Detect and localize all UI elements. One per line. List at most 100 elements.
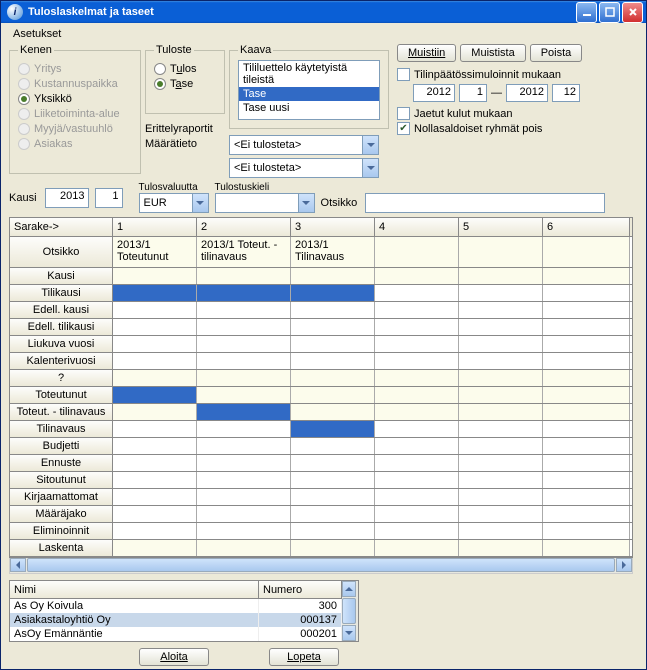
tuloste-radio-0[interactable]: Tulos bbox=[154, 63, 216, 75]
grid-cell[interactable] bbox=[543, 455, 630, 471]
grid-cell[interactable] bbox=[291, 302, 375, 318]
grid-header-0[interactable]: Sarake-> bbox=[10, 218, 113, 236]
nollasaldo-checkbox[interactable]: ✔ bbox=[397, 122, 410, 135]
grid-cell[interactable] bbox=[543, 285, 630, 301]
grid-cell[interactable] bbox=[459, 336, 543, 352]
kaava-item-2[interactable]: Tase uusi bbox=[239, 101, 379, 115]
grid-cell[interactable] bbox=[543, 370, 630, 386]
grid-cell[interactable] bbox=[113, 353, 197, 369]
grid-cell[interactable] bbox=[197, 370, 291, 386]
grid-cell[interactable] bbox=[375, 506, 459, 522]
menu-asetukset[interactable]: Asetukset bbox=[9, 26, 638, 42]
vertical-scrollbar[interactable] bbox=[342, 581, 358, 641]
grid-row-label[interactable]: Kalenterivuosi bbox=[10, 353, 113, 369]
tulosvaluutta-combo[interactable]: EUR bbox=[139, 193, 209, 213]
grid-cell[interactable] bbox=[459, 455, 543, 471]
grid-row-label[interactable]: Toteutunut bbox=[10, 387, 113, 403]
grid-cell[interactable] bbox=[375, 302, 459, 318]
grid-cell[interactable] bbox=[291, 404, 375, 420]
grid-cell[interactable] bbox=[291, 455, 375, 471]
grid-cell[interactable] bbox=[113, 455, 197, 471]
grid-cell[interactable] bbox=[543, 489, 630, 505]
grid-cell[interactable] bbox=[291, 268, 375, 284]
grid-cell[interactable] bbox=[113, 523, 197, 539]
grid-cell[interactable] bbox=[543, 472, 630, 488]
grid-cell[interactable] bbox=[459, 438, 543, 454]
scroll-down-icon[interactable] bbox=[342, 625, 356, 641]
grid-row-label[interactable]: Sitoutunut bbox=[10, 472, 113, 488]
grid-cell[interactable] bbox=[113, 506, 197, 522]
grid-cell[interactable] bbox=[113, 540, 197, 556]
grid-row-label[interactable]: Edell. tilikausi bbox=[10, 319, 113, 335]
grid-cell[interactable] bbox=[375, 268, 459, 284]
grid-cell[interactable] bbox=[543, 302, 630, 318]
grid-cell[interactable] bbox=[113, 285, 197, 301]
grid-cell[interactable] bbox=[113, 489, 197, 505]
kaava-list[interactable]: Tililuettelo käytetyistä tileistäTaseTas… bbox=[238, 60, 380, 120]
grid-cell[interactable] bbox=[291, 438, 375, 454]
tulostuskieli-combo[interactable] bbox=[215, 193, 315, 213]
grid-cell[interactable] bbox=[543, 336, 630, 352]
grid-cell[interactable] bbox=[291, 506, 375, 522]
grid-cell[interactable] bbox=[113, 438, 197, 454]
grid-cell[interactable] bbox=[113, 319, 197, 335]
grid-cell[interactable] bbox=[291, 523, 375, 539]
grid-cell[interactable] bbox=[375, 489, 459, 505]
grid-cell[interactable] bbox=[113, 387, 197, 403]
grid-cell[interactable] bbox=[197, 336, 291, 352]
grid-cell[interactable] bbox=[197, 523, 291, 539]
grid-cell[interactable] bbox=[291, 370, 375, 386]
grid-cell[interactable] bbox=[197, 353, 291, 369]
grid-cell[interactable] bbox=[197, 319, 291, 335]
grid-row-label[interactable]: Kirjaamattomat bbox=[10, 489, 113, 505]
muistiin-button[interactable]: Muistiin bbox=[397, 44, 456, 62]
grid-row-label[interactable]: Tilikausi bbox=[10, 285, 113, 301]
grid-cell[interactable] bbox=[459, 370, 543, 386]
grid-cell[interactable] bbox=[197, 421, 291, 437]
chevron-down-icon[interactable] bbox=[192, 194, 208, 212]
grid-cell[interactable] bbox=[197, 506, 291, 522]
grid-cell[interactable] bbox=[291, 336, 375, 352]
grid-cell[interactable] bbox=[375, 472, 459, 488]
kausi-year-input[interactable]: 2013 bbox=[45, 188, 89, 208]
grid-header-2[interactable]: 2 bbox=[197, 218, 291, 236]
horizontal-scrollbar[interactable] bbox=[9, 558, 633, 574]
aloita-button[interactable]: Aloita bbox=[139, 648, 209, 666]
year-to-input[interactable]: 2012 bbox=[506, 84, 548, 102]
grid-cell[interactable] bbox=[459, 540, 543, 556]
scroll-thumb[interactable] bbox=[27, 558, 615, 572]
list-item-name[interactable]: AsOy Emännäntie bbox=[10, 627, 259, 641]
grid-cell[interactable] bbox=[291, 421, 375, 437]
month-from-input[interactable]: 1 bbox=[459, 84, 487, 102]
grid-cell[interactable] bbox=[375, 387, 459, 403]
grid-cell[interactable] bbox=[543, 404, 630, 420]
grid-cell[interactable] bbox=[543, 506, 630, 522]
grid-cell[interactable]: 2013/1 Tilinavaus bbox=[291, 237, 375, 267]
kaava-item-1[interactable]: Tase bbox=[239, 87, 379, 101]
grid-cell[interactable] bbox=[291, 387, 375, 403]
grid-cell[interactable] bbox=[291, 319, 375, 335]
list-item-number[interactable]: 000201 bbox=[259, 627, 342, 641]
grid-cell[interactable] bbox=[543, 319, 630, 335]
grid-row-label[interactable]: ? bbox=[10, 370, 113, 386]
grid-cell[interactable] bbox=[197, 472, 291, 488]
grid-row-label[interactable]: Otsikko bbox=[10, 237, 113, 267]
grid-header-3[interactable]: 3 bbox=[291, 218, 375, 236]
maximize-button[interactable] bbox=[599, 2, 620, 23]
grid-cell[interactable] bbox=[459, 353, 543, 369]
grid-cell[interactable] bbox=[459, 319, 543, 335]
grid-cell[interactable]: 2013/1 Toteutunut bbox=[113, 237, 197, 267]
grid-row-label[interactable]: Määräjako bbox=[10, 506, 113, 522]
grid-cell[interactable] bbox=[459, 387, 543, 403]
grid-cell[interactable] bbox=[113, 404, 197, 420]
grid-cell[interactable] bbox=[291, 472, 375, 488]
grid-cell[interactable] bbox=[113, 370, 197, 386]
kaava-item-0[interactable]: Tililuettelo käytetyistä tileistä bbox=[239, 61, 379, 87]
year-from-input[interactable]: 2012 bbox=[413, 84, 455, 102]
grid-cell[interactable] bbox=[197, 404, 291, 420]
grid-cell[interactable] bbox=[375, 523, 459, 539]
grid-row-label[interactable]: Edell. kausi bbox=[10, 302, 113, 318]
grid-row-label[interactable]: Tilinavaus bbox=[10, 421, 113, 437]
grid-cell[interactable] bbox=[113, 472, 197, 488]
grid-cell[interactable] bbox=[543, 237, 630, 267]
